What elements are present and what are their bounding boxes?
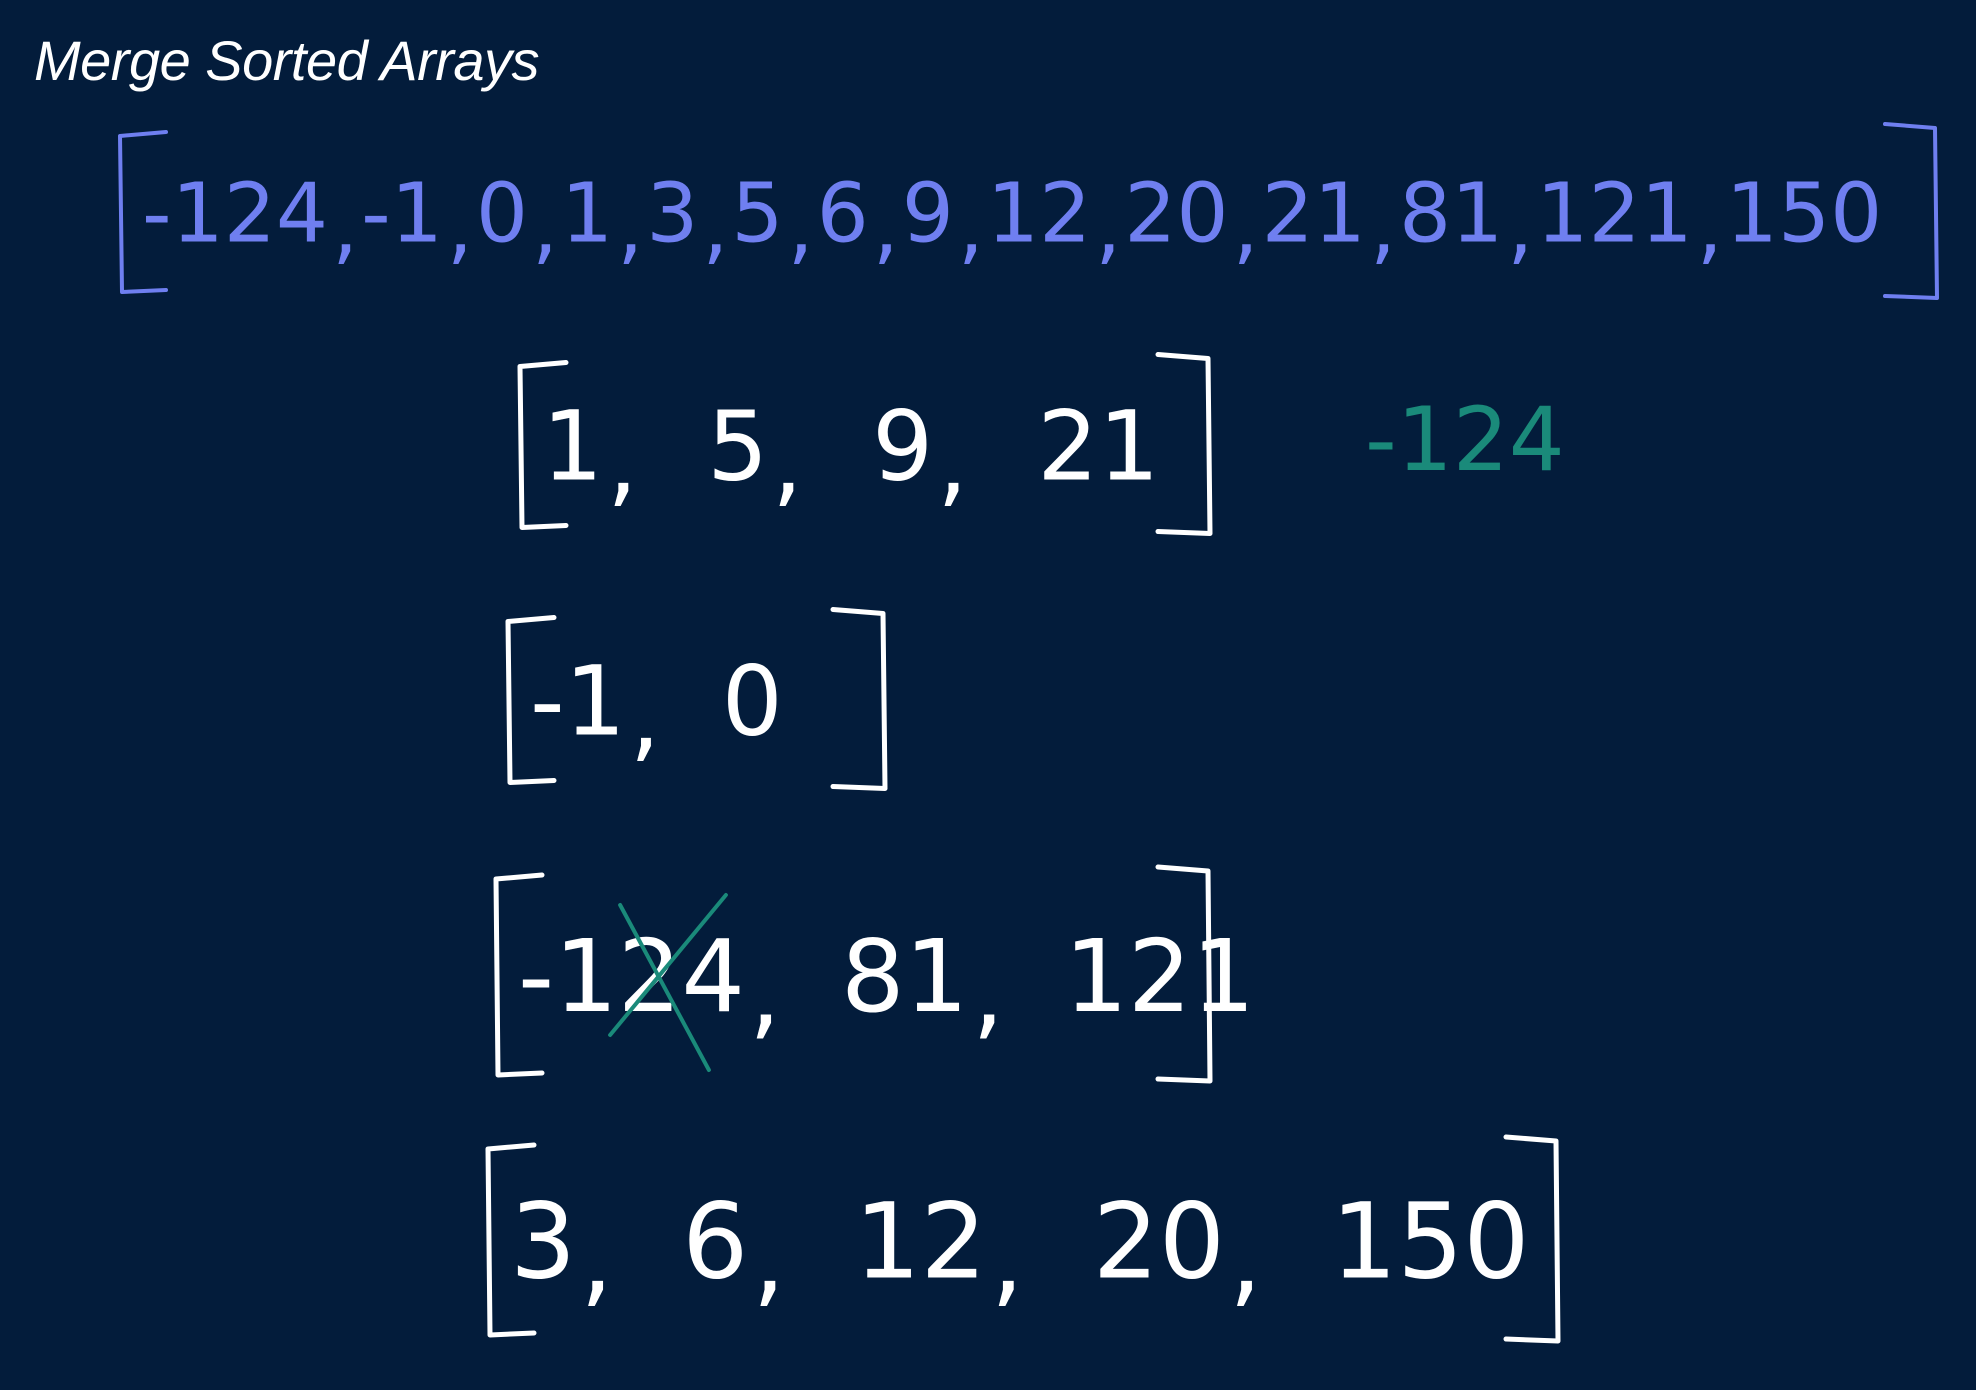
input-array-1-close-bracket bbox=[1155, 352, 1213, 536]
input-array-3-comma: , bbox=[972, 934, 1004, 1051]
input-array-4-comma: , bbox=[1229, 1197, 1262, 1319]
input-array-4-value: 20 bbox=[1093, 1180, 1225, 1302]
input-array-2-close-bracket bbox=[830, 607, 888, 791]
merged-array-comma: , bbox=[332, 180, 358, 275]
merged-array-value: 5 bbox=[731, 167, 783, 262]
input-array-1-comma: , bbox=[607, 406, 638, 518]
input-array-1-value: 21 bbox=[1037, 391, 1159, 503]
merged-array-value: 12 bbox=[987, 167, 1091, 262]
whiteboard-canvas: Merge Sorted Arrays -124, -1, 0, 1, 3, 5, 6, 9,… bbox=[0, 0, 1976, 1390]
merged-array-value: 1 bbox=[561, 167, 613, 262]
input-array-4-value: 3 bbox=[510, 1180, 576, 1302]
merged-array-comma: , bbox=[873, 180, 899, 275]
input-array-1-value: 1 bbox=[542, 391, 603, 503]
input-array-3-value: -124 bbox=[518, 918, 745, 1035]
input-array-3-value: 81 bbox=[841, 918, 968, 1035]
input-array-2-value: 0 bbox=[722, 646, 783, 758]
input-array-3-value: 121 bbox=[1064, 918, 1255, 1035]
merged-array-comma: , bbox=[532, 180, 558, 275]
input-array-1-comma: , bbox=[937, 406, 968, 518]
merged-array-value: 121 bbox=[1536, 167, 1693, 262]
merged-array-value: 21 bbox=[1262, 167, 1366, 262]
merged-array-value: 81 bbox=[1399, 167, 1503, 262]
input-array-4-value: 12 bbox=[854, 1180, 986, 1302]
merged-array-comma: , bbox=[1370, 180, 1396, 275]
input-array-1-comma: , bbox=[772, 406, 803, 518]
merged-array-value: -124 bbox=[142, 167, 328, 262]
merged-array-comma: , bbox=[1507, 180, 1533, 275]
merged-array-comma: , bbox=[1697, 180, 1723, 275]
merged-array-value: -1 bbox=[361, 167, 443, 262]
merged-array-value: 9 bbox=[902, 167, 954, 262]
merged-array-value: 20 bbox=[1124, 167, 1228, 262]
input-array-4-comma: , bbox=[580, 1197, 613, 1319]
input-array-1-value: 9 bbox=[872, 391, 933, 503]
input-array-1-value: 5 bbox=[707, 391, 768, 503]
input-array-2-value: -1 bbox=[530, 646, 626, 758]
merged-array-value: 150 bbox=[1726, 167, 1883, 262]
merged-array-comma: , bbox=[447, 180, 473, 275]
annotation-current-min: -124 bbox=[1365, 388, 1565, 491]
merged-array-value: 3 bbox=[646, 167, 698, 262]
input-array-3-comma: , bbox=[749, 934, 781, 1051]
input-array-2-comma: , bbox=[630, 661, 661, 773]
input-array-4-value: 150 bbox=[1331, 1180, 1530, 1302]
merged-array-comma: , bbox=[958, 180, 984, 275]
merged-array-close-bracket bbox=[1883, 122, 1939, 300]
merged-array-value: 6 bbox=[817, 167, 869, 262]
merged-array-comma: , bbox=[1095, 180, 1121, 275]
merged-array-comma: , bbox=[788, 180, 814, 275]
merged-array-comma: , bbox=[617, 180, 643, 275]
merged-array-value: 0 bbox=[476, 167, 528, 262]
input-array-4-comma: , bbox=[991, 1197, 1024, 1319]
merge-diagram: -124, -1, 0, 1, 3, 5, 6, 9, 12, 20, 21, 81, 121, 1501… bbox=[118, 122, 1939, 1344]
input-array-4-comma: , bbox=[752, 1197, 785, 1319]
merged-array-comma: , bbox=[1233, 180, 1259, 275]
input-array-4-value: 6 bbox=[682, 1180, 748, 1302]
merged-array-comma: , bbox=[702, 180, 728, 275]
